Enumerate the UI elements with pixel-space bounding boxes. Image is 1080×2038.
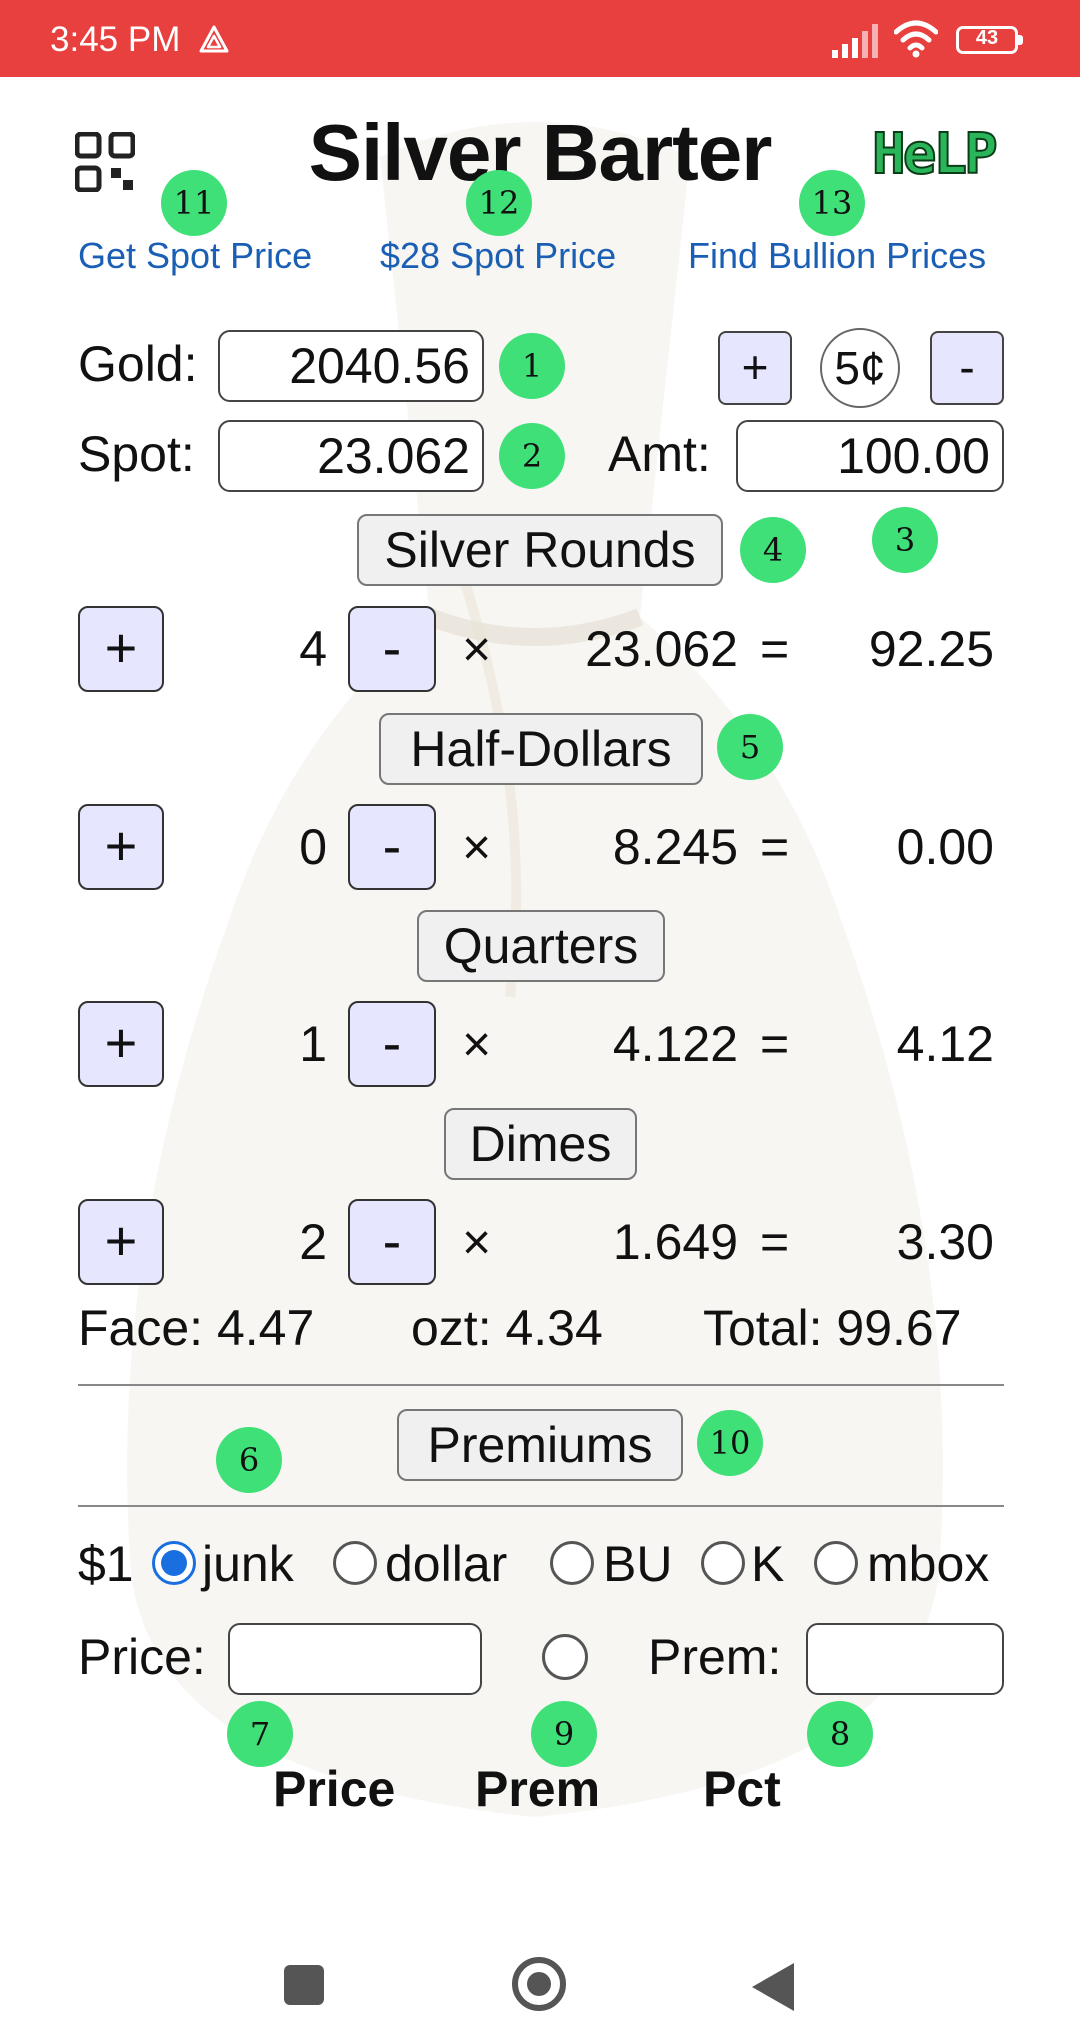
column-header-pct: Pct <box>703 1761 781 1817</box>
half-dollars-count: 0 <box>299 819 327 875</box>
divider <box>78 1505 1004 1507</box>
marker-badge: 6 <box>216 1427 282 1493</box>
step-size-button[interactable]: 5¢ <box>820 328 900 408</box>
price-label: Price: <box>78 1629 206 1685</box>
spot-label: Spot: <box>78 426 195 482</box>
premium-price-input[interactable] <box>228 1623 482 1695</box>
status-time: 3:45 PM <box>50 20 181 59</box>
half-dollars-plus-button[interactable]: + <box>78 804 164 890</box>
wifi-icon <box>894 20 938 58</box>
times-sign: × <box>462 621 492 677</box>
increase-spot-button[interactable]: + <box>718 331 792 405</box>
gold-label: Gold: <box>78 336 198 392</box>
premiums-button[interactable]: Premiums <box>397 1409 683 1481</box>
quarters-count: 1 <box>299 1016 327 1072</box>
mbox-option-label: mbox <box>867 1536 990 1592</box>
column-header-prem: Prem <box>475 1761 601 1817</box>
junk-radio[interactable] <box>152 1541 196 1585</box>
half-dollars-price: 8.245 <box>612 819 738 875</box>
spot-price-input[interactable]: 23.062 <box>218 420 484 492</box>
system-nav-bar <box>0 1957 1080 2038</box>
dimes-button[interactable]: Dimes <box>444 1108 637 1180</box>
marker-badge: 10 <box>697 1410 763 1476</box>
equals-sign: = <box>760 1016 790 1072</box>
gold-price-input[interactable]: 2040.56 <box>218 330 484 402</box>
dollar-option-label: dollar <box>385 1536 508 1592</box>
face-total: Face: 4.47 <box>78 1300 315 1356</box>
amount-input[interactable]: 100.00 <box>736 420 1004 492</box>
bu-option-label: BU <box>603 1536 673 1592</box>
quarters-price: 4.122 <box>612 1016 738 1072</box>
marker-badge: 12 <box>466 170 532 236</box>
k-option-label: K <box>751 1536 785 1592</box>
silver-rounds-value: 92.25 <box>868 621 994 677</box>
prem-label: Prem: <box>648 1629 782 1685</box>
battery-icon: 43 <box>956 26 1026 56</box>
silver-rounds-price: 23.062 <box>585 621 738 677</box>
signal-icon <box>832 24 878 58</box>
half-dollars-value: 0.00 <box>896 819 994 875</box>
silver-rounds-plus-button[interactable]: + <box>78 606 164 692</box>
status-bar: 3:45 PM 43 <box>0 0 1080 77</box>
dollar-label: $1 <box>78 1536 134 1592</box>
junk-option-label: junk <box>202 1536 294 1592</box>
silver-rounds-count: 4 <box>299 621 327 677</box>
help-button[interactable]: HeLP <box>871 121 999 188</box>
dimes-minus-button[interactable]: - <box>348 1199 436 1285</box>
quarters-minus-button[interactable]: - <box>348 1001 436 1087</box>
drive-icon <box>199 25 229 53</box>
equals-sign: = <box>760 819 790 875</box>
dollar-radio[interactable] <box>333 1541 377 1585</box>
dimes-count: 2 <box>299 1214 327 1270</box>
equals-sign: = <box>760 621 790 677</box>
equals-sign: = <box>760 1214 790 1270</box>
k-radio[interactable] <box>701 1541 745 1585</box>
half-dollars-button[interactable]: Half-Dollars <box>379 713 703 785</box>
premium-input[interactable] <box>806 1623 1004 1695</box>
marker-badge: 8 <box>807 1701 873 1767</box>
ozt-total: ozt: 4.34 <box>411 1300 603 1356</box>
battery-level: 43 <box>975 27 999 49</box>
amount-label: Amt: <box>608 426 711 482</box>
quarters-plus-button[interactable]: + <box>78 1001 164 1087</box>
get-spot-price-link[interactable]: Get Spot Price <box>78 235 312 277</box>
mbox-radio[interactable] <box>814 1541 858 1585</box>
marker-badge: 9 <box>531 1701 597 1767</box>
toggle-radio[interactable] <box>542 1634 588 1680</box>
silver-rounds-button[interactable]: Silver Rounds <box>357 514 723 586</box>
dimes-price: 1.649 <box>612 1214 738 1270</box>
grand-total: Total: 99.67 <box>703 1300 962 1356</box>
marker-badge: 7 <box>227 1701 293 1767</box>
back-button[interactable] <box>752 1963 794 2011</box>
app-screen: Silver Barter HeLP 11 12 13 Get Spot Pri… <box>0 77 1080 1957</box>
bu-radio[interactable] <box>550 1541 594 1585</box>
spot-28-price-link[interactable]: $28 Spot Price <box>380 235 616 277</box>
home-button[interactable] <box>512 1957 566 2011</box>
column-header-price: Price <box>273 1761 396 1817</box>
decrease-spot-button[interactable]: - <box>930 331 1004 405</box>
marker-badge: 13 <box>799 170 865 236</box>
dimes-plus-button[interactable]: + <box>78 1199 164 1285</box>
marker-badge: 5 <box>717 714 783 780</box>
dimes-value: 3.30 <box>896 1214 994 1270</box>
half-dollars-minus-button[interactable]: - <box>348 804 436 890</box>
marker-badge: 4 <box>740 517 806 583</box>
find-bullion-prices-link[interactable]: Find Bullion Prices <box>688 235 986 277</box>
marker-badge: 1 <box>499 333 565 399</box>
times-sign: × <box>462 819 492 875</box>
divider <box>78 1384 1004 1386</box>
marker-badge: 3 <box>872 507 938 573</box>
times-sign: × <box>462 1016 492 1072</box>
recents-button[interactable] <box>284 1965 324 2005</box>
times-sign: × <box>462 1214 492 1270</box>
silver-rounds-minus-button[interactable]: - <box>348 606 436 692</box>
quarters-value: 4.12 <box>896 1016 994 1072</box>
marker-badge: 2 <box>499 423 565 489</box>
quarters-button[interactable]: Quarters <box>417 910 665 982</box>
marker-badge: 11 <box>161 170 227 236</box>
